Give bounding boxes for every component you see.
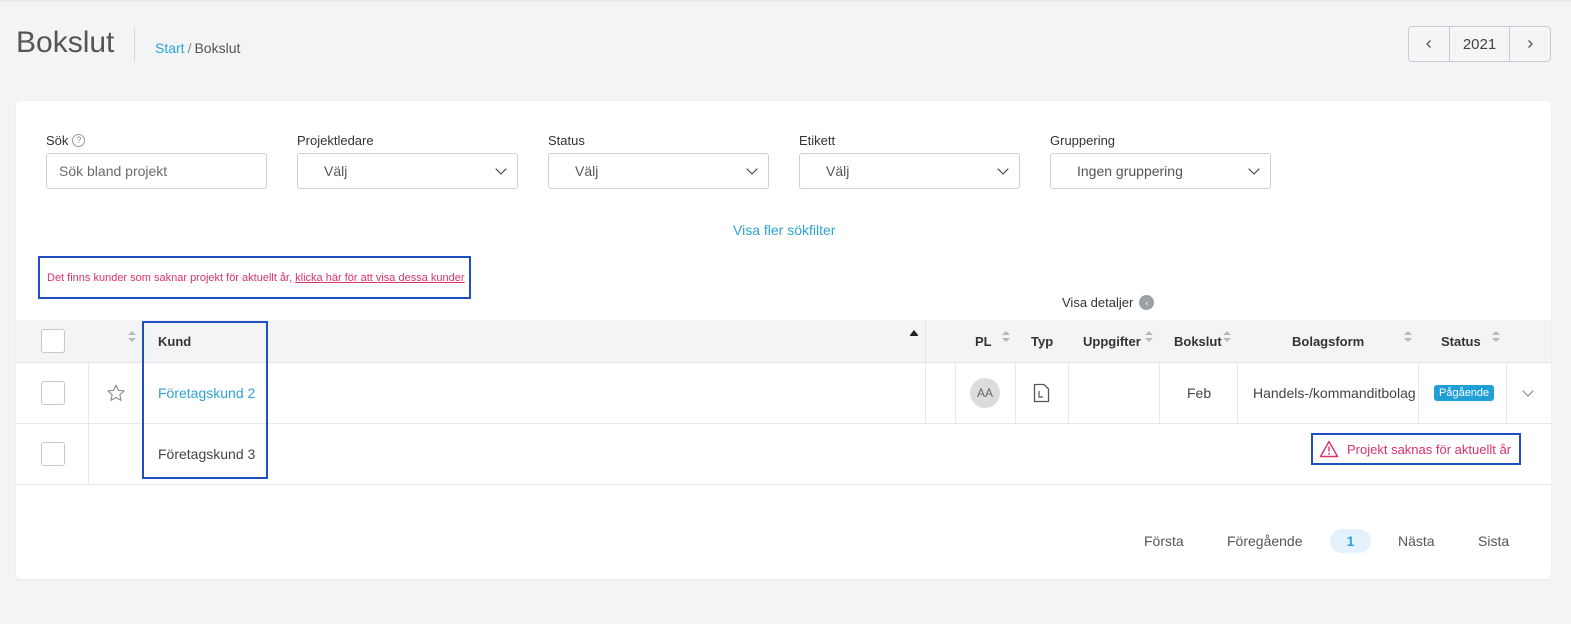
- pl-cell: AA: [970, 363, 1000, 423]
- table-row[interactable]: Företagskund 2 AA Feb Handels-/kommandit…: [16, 363, 1551, 424]
- sort-ascending-icon[interactable]: [910, 330, 918, 336]
- previous-year-button[interactable]: [1409, 27, 1449, 61]
- column-divider: [925, 320, 926, 362]
- favorite-star[interactable]: [106, 363, 126, 423]
- chevron-down-icon: [1248, 163, 1260, 175]
- status-cell: Pågående: [1434, 363, 1495, 423]
- column-bokslut[interactable]: Bokslut: [1174, 320, 1222, 363]
- expand-row-button[interactable]: [1522, 363, 1534, 423]
- missing-projects-notice: Det finns kunder som saknar projekt för …: [38, 256, 471, 299]
- chevron-right-icon: [1528, 40, 1533, 48]
- sort-icon[interactable]: [1002, 331, 1010, 343]
- top-border: [0, 0, 1571, 2]
- help-icon[interactable]: ?: [72, 134, 86, 147]
- column-bolagsform[interactable]: Bolagsform: [1292, 320, 1364, 363]
- sort-icon[interactable]: [128, 331, 136, 343]
- pagination-first[interactable]: Första: [1144, 529, 1184, 553]
- row-checkbox[interactable]: [41, 442, 65, 466]
- column-divider: [1237, 363, 1238, 423]
- current-year: 2021: [1449, 27, 1510, 61]
- title-divider: [134, 27, 135, 62]
- breadcrumb: Start / Bokslut: [155, 40, 240, 56]
- projektledare-label: Projektledare: [297, 133, 374, 148]
- sort-icon[interactable]: [1145, 331, 1153, 343]
- star-icon: [107, 384, 125, 401]
- search-field: [46, 153, 267, 189]
- sort-icon[interactable]: [1404, 331, 1412, 343]
- column-divider: [1418, 363, 1419, 423]
- chevron-down-icon: [495, 163, 507, 175]
- column-divider: [955, 363, 956, 423]
- table-header: Kund PL Typ Uppgifter Bokslut Bolagsform…: [16, 320, 1551, 363]
- status-value: Välj: [575, 163, 599, 179]
- show-customers-link[interactable]: klicka här för att visa dessa kunder: [295, 272, 464, 284]
- sort-icon[interactable]: [1223, 331, 1231, 343]
- column-divider: [1015, 363, 1016, 423]
- column-kund[interactable]: Kund: [158, 320, 191, 363]
- typ-cell: [1033, 363, 1050, 423]
- row-checkbox[interactable]: [41, 381, 65, 405]
- etikett-label: Etikett: [799, 133, 836, 148]
- more-filters-link[interactable]: Visa fler sökfilter: [733, 222, 835, 238]
- gruppering-select[interactable]: Ingen gruppering: [1050, 153, 1271, 189]
- kund-cell: Företagskund 2: [158, 363, 255, 423]
- warning-icon: [1319, 440, 1339, 458]
- avatar[interactable]: AA: [970, 378, 1000, 408]
- column-typ[interactable]: Typ: [1031, 320, 1053, 363]
- chevron-left-icon: [1426, 40, 1431, 48]
- status-label: Status: [548, 133, 585, 148]
- column-divider: [1159, 363, 1160, 423]
- column-divider: [1506, 363, 1507, 423]
- notice-text: Det finns kunder som saknar projekt för …: [47, 271, 293, 284]
- details-toggle-label: Visa detaljer: [1062, 295, 1134, 310]
- chevron-down-icon: [746, 163, 758, 175]
- gruppering-label: Gruppering: [1050, 133, 1116, 148]
- chevron-down-icon: [1522, 385, 1534, 397]
- page-title: Bokslut: [16, 26, 115, 59]
- column-pl[interactable]: PL: [975, 320, 992, 363]
- etikett-select[interactable]: Välj: [799, 153, 1020, 189]
- projektledare-value: Välj: [324, 163, 348, 179]
- breadcrumb-start-link[interactable]: Start: [155, 40, 185, 56]
- pagination-page-current[interactable]: 1: [1330, 529, 1371, 553]
- status-select[interactable]: Välj: [548, 153, 769, 189]
- next-year-button[interactable]: [1510, 27, 1550, 61]
- search-label-text: Sök: [46, 133, 69, 148]
- status-badge: Pågående: [1434, 385, 1495, 401]
- search-label: Sök ?: [46, 133, 86, 148]
- document-icon[interactable]: [1033, 383, 1050, 403]
- year-selector: 2021: [1408, 26, 1551, 62]
- pagination-last[interactable]: Sista: [1478, 529, 1509, 553]
- bolagsform-cell: Handels-/kommanditbolag: [1253, 385, 1416, 401]
- gruppering-value: Ingen gruppering: [1077, 163, 1183, 179]
- column-divider: [88, 363, 89, 423]
- column-status[interactable]: Status: [1441, 320, 1481, 363]
- details-toggle[interactable]: Visa detaljer ‹: [1062, 295, 1155, 310]
- breadcrumb-separator: /: [187, 40, 192, 56]
- column-uppgifter[interactable]: Uppgifter: [1083, 320, 1141, 363]
- search-input[interactable]: [59, 163, 254, 179]
- etikett-value: Välj: [826, 163, 850, 179]
- column-divider: [925, 363, 926, 423]
- missing-project-warning: Projekt saknas för aktuellt år: [1311, 433, 1521, 465]
- chevron-left-circle-icon: ‹: [1139, 295, 1155, 310]
- pagination-previous[interactable]: Föregående: [1227, 529, 1303, 553]
- breadcrumb-current: Bokslut: [194, 40, 241, 56]
- column-divider: [1068, 363, 1069, 423]
- column-divider: [88, 424, 89, 484]
- pagination-next[interactable]: Nästa: [1398, 529, 1435, 553]
- sort-icon[interactable]: [1492, 331, 1500, 343]
- bokslut-card: Sök ? Projektledare Välj Status Välj Eti…: [16, 101, 1551, 579]
- kund-link[interactable]: Företagskund 2: [158, 385, 255, 401]
- kund-cell: Företagskund 3: [158, 446, 256, 462]
- projektledare-select[interactable]: Välj: [297, 153, 518, 189]
- chevron-down-icon: [997, 163, 1009, 175]
- select-all-checkbox[interactable]: [41, 329, 65, 353]
- warning-text: Projekt saknas för aktuellt år: [1347, 441, 1512, 457]
- bokslut-cell: Feb: [1187, 385, 1212, 401]
